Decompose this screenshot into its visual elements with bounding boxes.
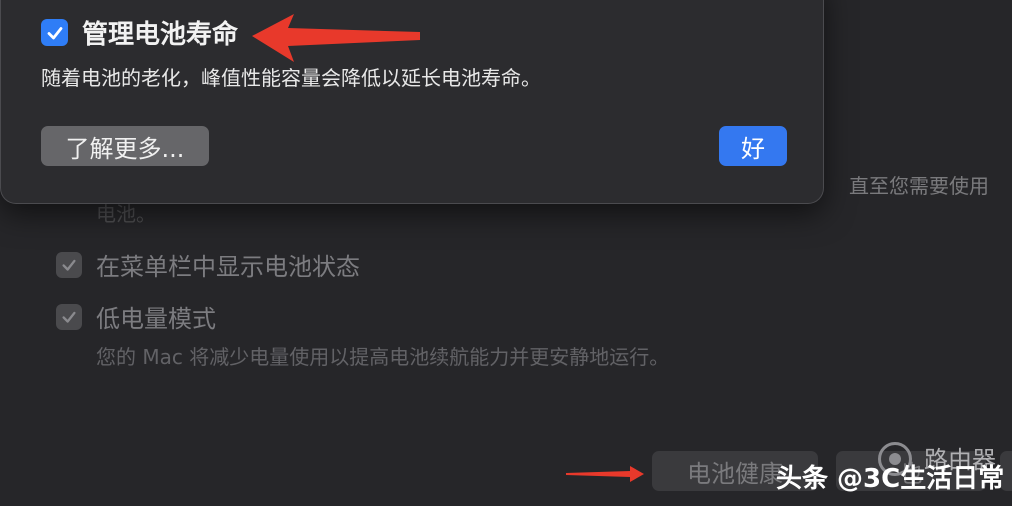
learn-more-button[interactable]: 了解更多... [41,126,209,166]
low-power-mode-description: 您的 Mac 将减少电量使用以提高电池续航能力并更安静地运行。 [96,345,670,369]
ok-button[interactable]: 好 [719,126,787,166]
truncated-description-text: 直至您需要使用 [849,174,989,198]
dialog-description: 随着电池的老化，峰值性能容量会降低以延长电池寿命。 [41,66,541,90]
checkbox-manage-battery-longevity[interactable] [41,19,68,46]
show-battery-status-option[interactable]: 在菜单栏中显示电池状态 [56,247,360,282]
checkbox-low-power-mode[interactable] [56,303,82,330]
checkbox-show-battery-status[interactable] [56,251,82,278]
checkmark-icon [62,311,76,323]
checkmark-icon [47,26,62,39]
low-power-mode-label: 低电量模式 [96,305,216,333]
manage-battery-longevity-option[interactable]: 管理电池寿命 [41,14,238,51]
low-power-mode-option[interactable]: 低电量模式 [56,299,216,334]
watermark-text: 头条 @3C生活日常 [776,464,1005,494]
checkmark-icon [62,259,76,271]
show-battery-status-label: 在菜单栏中显示电池状态 [96,253,360,281]
manage-battery-longevity-label: 管理电池寿命 [82,20,239,50]
manage-battery-longevity-dialog: 管理电池寿命 随着电池的老化，峰值性能容量会降低以延长电池寿命。 了解更多...… [0,0,824,204]
